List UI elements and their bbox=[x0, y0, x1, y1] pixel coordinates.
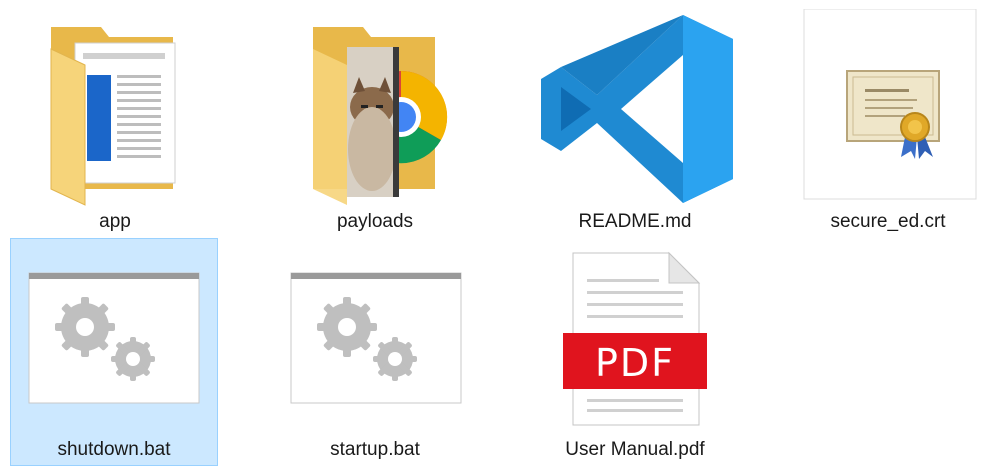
file-item-readme[interactable]: README.md bbox=[532, 8, 738, 238]
file-item-payloads[interactable]: payloads bbox=[272, 8, 478, 238]
pdf-icon: PDF bbox=[533, 239, 737, 437]
batch-file-icon bbox=[273, 239, 477, 437]
file-name: shutdown.bat bbox=[57, 439, 171, 460]
file-name: app bbox=[99, 211, 131, 232]
pdf-badge-text: PDF bbox=[595, 341, 675, 385]
file-name: User Manual.pdf bbox=[565, 439, 705, 460]
file-name: startup.bat bbox=[330, 439, 420, 460]
file-item-user-manual-pdf[interactable]: PDF User Manual.pdf bbox=[532, 238, 738, 466]
file-item-shutdown-bat[interactable]: shutdown.bat bbox=[10, 238, 218, 466]
folder-icon bbox=[13, 9, 217, 209]
file-item-certificate[interactable]: secure_ed.crt bbox=[792, 8, 984, 238]
file-name: README.md bbox=[578, 211, 692, 232]
folder-icon bbox=[273, 9, 477, 209]
vscode-icon bbox=[533, 9, 737, 209]
file-name: payloads bbox=[336, 211, 414, 232]
batch-file-icon bbox=[11, 239, 217, 437]
file-item-startup-bat[interactable]: startup.bat bbox=[272, 238, 478, 466]
file-name: secure_ed.crt bbox=[830, 211, 946, 232]
certificate-icon bbox=[793, 9, 983, 209]
file-item-app[interactable]: app bbox=[12, 8, 218, 238]
